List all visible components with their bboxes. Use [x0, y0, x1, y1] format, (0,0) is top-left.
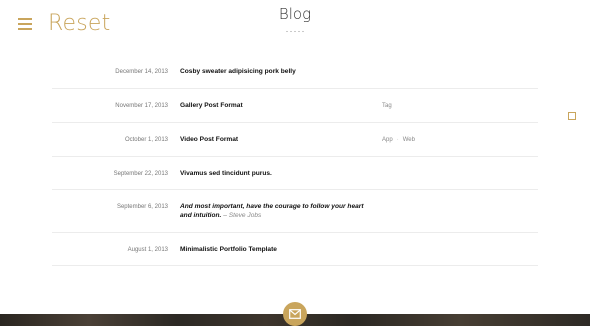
menu-icon-line: [18, 28, 32, 30]
post-row: September 22, 2013 Vivamus sed tincidunt…: [52, 157, 538, 190]
post-date: November 17, 2013: [115, 103, 168, 109]
page-title: Blog: [278, 5, 312, 23]
side-square-toggle[interactable]: [568, 112, 576, 120]
post-date: September 22, 2013: [113, 171, 168, 177]
site-header: Reset Blog: [0, 0, 590, 50]
post-row: August 1, 2013 Minimalistic Portfolio Te…: [52, 233, 538, 266]
tag-separator: ·: [396, 137, 399, 143]
post-date: December 14, 2013: [115, 69, 168, 75]
envelope-icon: [289, 309, 301, 319]
menu-icon-line: [18, 23, 32, 25]
title-dots-divider: [285, 30, 305, 33]
post-title-link[interactable]: Cosby sweater adipisicing pork belly: [180, 67, 370, 76]
post-title-link[interactable]: Gallery Post Format: [180, 101, 370, 110]
post-date: October 1, 2013: [124, 137, 168, 143]
post-quote-link[interactable]: And most important, have the courage to …: [180, 202, 366, 220]
post-title-link[interactable]: Video Post Format: [180, 135, 370, 144]
post-row: October 1, 2013 Video Post Format App · We…: [52, 123, 538, 157]
quote-author: – Steve Jobs: [223, 212, 262, 219]
post-list: December 14, 2013 Cosby sweater adipisic…: [52, 55, 538, 266]
post-tag-link[interactable]: Tag: [382, 103, 392, 109]
post-title-link[interactable]: Minimalistic Portfolio Template: [180, 245, 370, 254]
post-date: September 6, 2013: [116, 204, 168, 210]
post-tags: Tag: [382, 103, 392, 109]
post-date: August 1, 2013: [127, 247, 168, 253]
post-title-link[interactable]: Vivamus sed tincidunt purus.: [180, 169, 370, 178]
post-tags: App · Web: [382, 137, 415, 143]
post-quote-text: And most important, have the courage to …: [180, 203, 364, 219]
post-tag-link[interactable]: App: [382, 137, 393, 143]
post-tag-link[interactable]: Web: [403, 137, 415, 143]
contact-button[interactable]: [283, 302, 307, 326]
post-row: December 14, 2013 Cosby sweater adipisic…: [52, 55, 538, 89]
post-row: September 6, 2013 And most important, ha…: [52, 190, 538, 233]
post-row: November 17, 2013 Gallery Post Format Ta…: [52, 89, 538, 123]
